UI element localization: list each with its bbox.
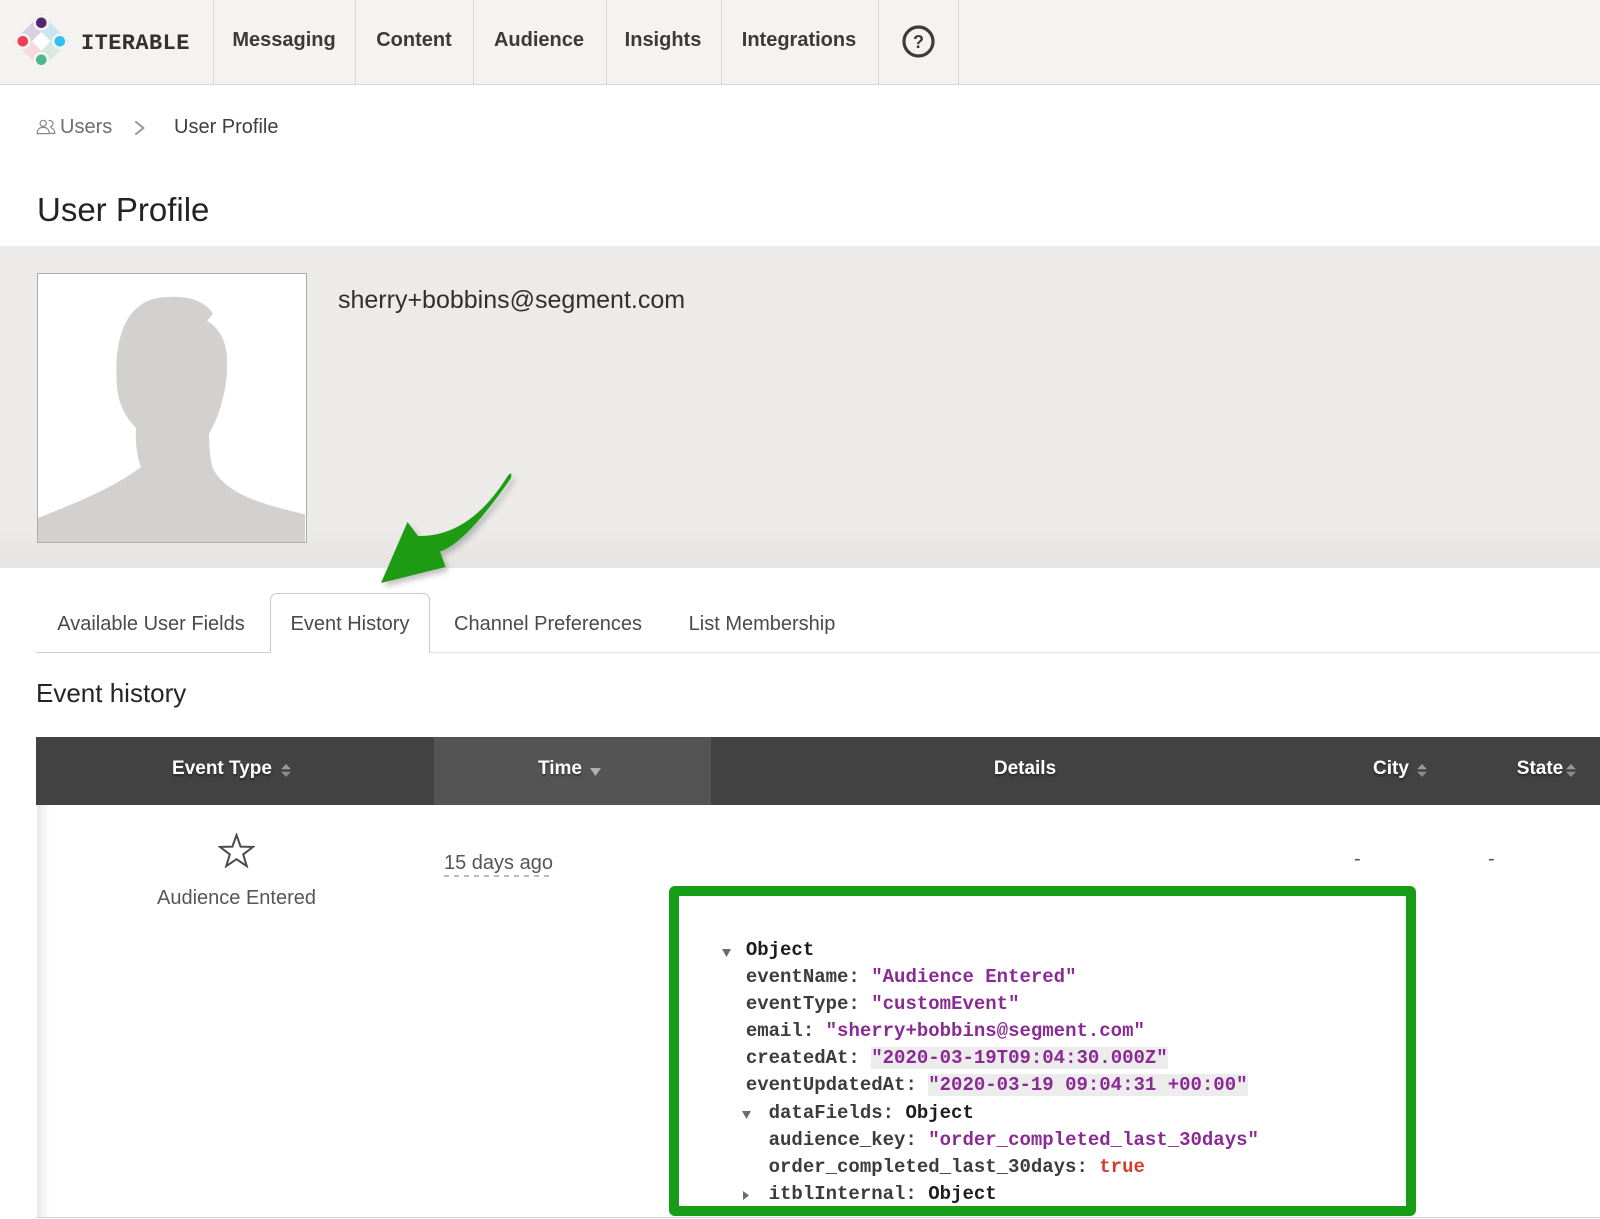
svg-text:?: ? bbox=[913, 32, 924, 52]
